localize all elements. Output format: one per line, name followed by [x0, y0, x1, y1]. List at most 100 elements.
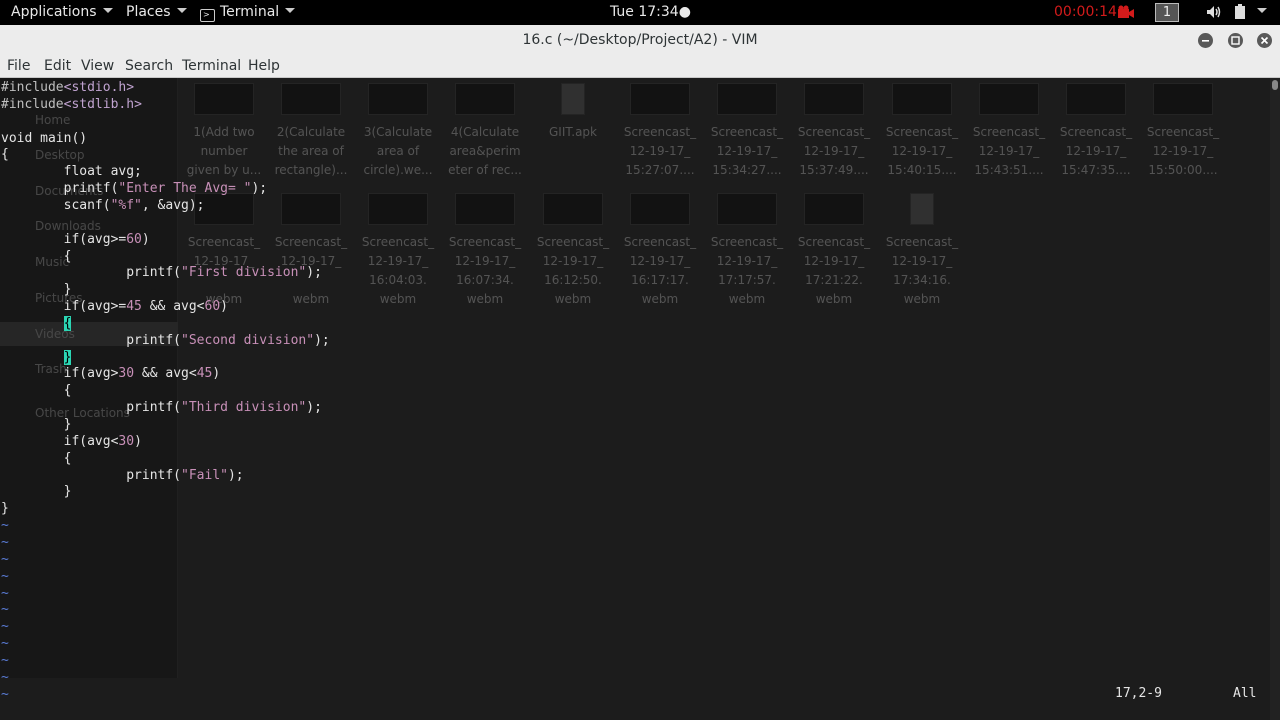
maximize-button[interactable]: [1228, 33, 1243, 48]
desktop-file-label: Screencast_: [623, 125, 697, 139]
recording-timer: 00:00:14: [1054, 4, 1117, 20]
desktop-file-label: 12-19-17_: [891, 254, 953, 268]
code-line[interactable]: if(avg>=60): [1, 231, 150, 248]
video-file-icon: [910, 193, 934, 225]
desktop-file-label: Screencast_: [710, 235, 784, 249]
window-titlebar[interactable]: 16.c (~/Desktop/Project/A2) - VIM: [0, 25, 1280, 55]
desktop-file-label: 12-19-17_: [803, 254, 865, 268]
desktop-file-label: 12-19-17_: [716, 254, 778, 268]
code-line[interactable]: }: [1, 349, 72, 366]
menu-view[interactable]: View: [81, 58, 114, 74]
clock[interactable]: Tue 17:34●: [610, 4, 691, 20]
desktop-file-label: 12-19-17_: [1152, 144, 1214, 158]
desktop-file-label: Screencast_: [1059, 125, 1133, 139]
desktop-file-label: webm: [903, 292, 941, 306]
desktop-file: Screencast_ 12-19-17_ 17:17:57. webm: [703, 193, 791, 309]
desktop-file-label: 3(Calculate: [363, 125, 433, 139]
desktop-file-label: 12-19-17_: [716, 144, 778, 158]
video-file-icon: [194, 83, 254, 115]
code-line[interactable]: if(avg>=45 && avg<60): [1, 298, 228, 315]
vim-empty-line-marker: ~: [1, 568, 9, 584]
desktop-file-label: Screencast_: [885, 235, 959, 249]
desktop-file-label: Screencast_: [885, 125, 959, 139]
menu-help[interactable]: Help: [248, 58, 280, 74]
menu-file[interactable]: File: [7, 58, 30, 74]
code-line[interactable]: scanf("%f", &avg);: [1, 197, 205, 214]
vim-empty-line-marker: ~: [1, 669, 9, 685]
close-button[interactable]: [1257, 33, 1272, 48]
desktop-file-label: 12-19-17_: [542, 254, 604, 268]
vim-empty-line-marker: ~: [1, 602, 9, 618]
code-line[interactable]: {: [1, 450, 72, 467]
sidebar-item-desktop: Desktop: [35, 148, 85, 162]
camera-icon[interactable]: [1117, 5, 1135, 23]
desktop-file: Screencast_ 12-19-17_ 16:07:34. webm: [441, 193, 529, 309]
desktop-file: Screencast_ 12-19-17_ webm: [267, 193, 355, 309]
vim-empty-line-marker: ~: [1, 652, 9, 668]
desktop-file-label: GIIT.apk: [548, 125, 598, 139]
video-file-icon: [979, 83, 1039, 115]
video-file-icon: [717, 83, 777, 115]
terminal-app-menu[interactable]: > Terminal: [200, 4, 296, 22]
code-line[interactable]: void main(): [1, 130, 87, 147]
code-line[interactable]: {: [1, 382, 72, 399]
menu-search[interactable]: Search: [125, 58, 173, 74]
battery-icon[interactable]: [1234, 4, 1246, 24]
workspace-indicator[interactable]: 1: [1155, 3, 1179, 22]
vim-empty-line-marker: ~: [1, 636, 9, 652]
video-file-icon: [804, 83, 864, 115]
volume-icon[interactable]: [1206, 5, 1222, 23]
code-line[interactable]: #include<stdlib.h>: [1, 96, 142, 113]
desktop-file: Screencast_ 12-19-17_ 16:04:03. webm: [354, 193, 442, 309]
code-line[interactable]: {: [1, 248, 72, 265]
desktop-file-label: Screencast_: [361, 235, 435, 249]
code-line[interactable]: if(avg<30): [1, 433, 142, 450]
menu-edit[interactable]: Edit: [44, 58, 71, 74]
vim-empty-line-marker: ~: [1, 534, 9, 550]
desktop-file-label: 1(Add two: [193, 125, 255, 139]
desktop-file-label: circle).we...: [363, 163, 433, 177]
desktop-file-label: 12-19-17_: [891, 144, 953, 158]
vim-empty-line-marker: ~: [1, 518, 9, 534]
minimize-button[interactable]: [1198, 33, 1213, 48]
sidebar-item-home: Home: [35, 113, 71, 127]
code-line[interactable]: }: [1, 281, 72, 298]
code-line[interactable]: printf("Enter The Avg= ");: [1, 180, 268, 197]
desktop-file-label: Screencast_: [1146, 125, 1220, 139]
desktop-file-label: 12-19-17_: [1065, 144, 1127, 158]
desktop-file-label: Screencast_: [623, 235, 697, 249]
scrollbar[interactable]: [1270, 78, 1280, 720]
chevron-down-icon: [176, 8, 187, 13]
video-file-icon: [630, 193, 690, 225]
code-line[interactable]: float avg;: [1, 163, 142, 180]
desktop-file-label: Screencast_: [972, 125, 1046, 139]
code-line[interactable]: if(avg>30 && avg<45): [1, 365, 221, 382]
desktop-file: Screencast_ 12-19-17_ 15:50:00....: [1139, 83, 1227, 180]
code-line[interactable]: }: [1, 416, 72, 433]
code-line[interactable]: printf("Fail");: [1, 467, 243, 484]
applications-label: Applications: [11, 4, 97, 20]
code-line[interactable]: }: [1, 500, 9, 517]
code-line[interactable]: {: [1, 146, 9, 163]
desktop-file-label: 15:27:07....: [625, 163, 695, 177]
code-line[interactable]: }: [1, 483, 72, 500]
applications-menu[interactable]: Applications: [11, 4, 113, 20]
video-file-icon: [281, 193, 341, 225]
desktop-file-label: 16:12:50.: [544, 273, 602, 287]
desktop-file-label: webm: [379, 292, 417, 306]
terminal-label: Terminal: [220, 4, 280, 20]
code-line[interactable]: #include<stdio.h>: [1, 79, 134, 96]
places-menu[interactable]: Places: [126, 4, 187, 20]
chevron-down-icon: [102, 8, 113, 13]
desktop-file-label: webm: [292, 292, 330, 306]
menu-terminal[interactable]: Terminal: [182, 58, 241, 74]
maximize-icon: [1231, 36, 1240, 45]
desktop-file: 1(Add two number given by u...: [180, 83, 268, 180]
code-line[interactable]: printf("First division");: [1, 264, 322, 281]
code-line[interactable]: printf("Second division");: [1, 332, 330, 349]
terminal-area[interactable]: Home Desktop Documents Downloads Music P…: [0, 78, 1280, 720]
power-icon[interactable]: [1257, 4, 1267, 20]
code-line[interactable]: printf("Third division");: [1, 399, 322, 416]
scrollbar-thumb[interactable]: [1272, 80, 1278, 90]
code-line[interactable]: {: [1, 315, 72, 332]
